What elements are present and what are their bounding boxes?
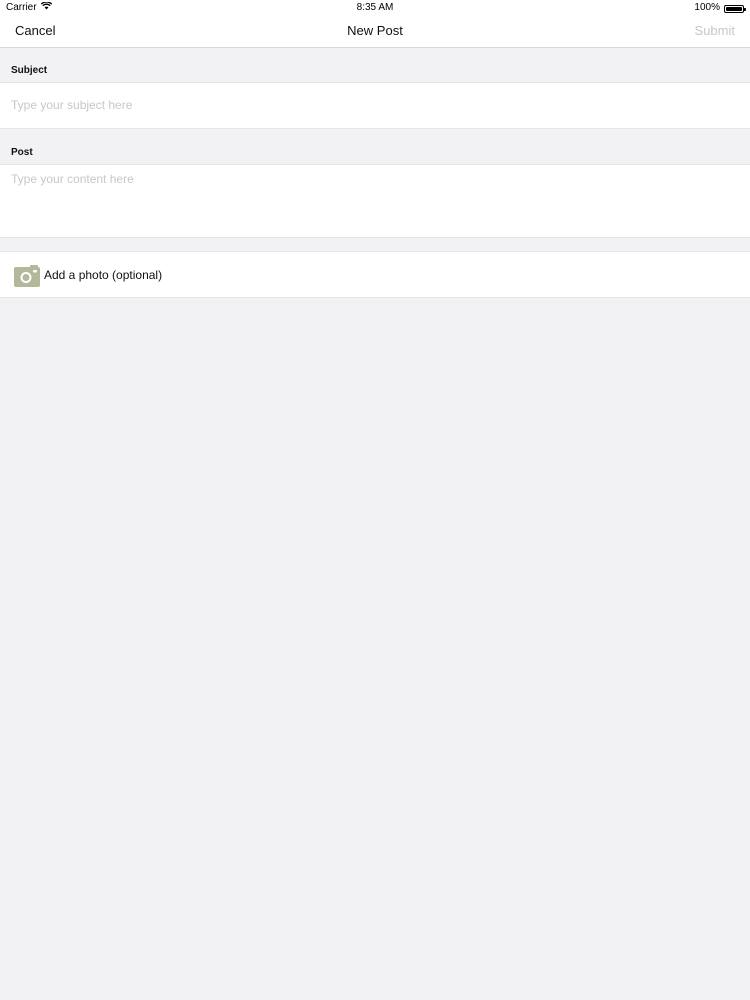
subject-label: Subject — [11, 65, 48, 76]
subject-field-container — [0, 82, 750, 129]
add-photo-row[interactable]: Add a photo (optional) — [0, 251, 750, 298]
battery-percent: 100% — [694, 2, 720, 13]
post-label: Post — [11, 147, 33, 158]
camera-icon — [14, 265, 40, 287]
status-time: 8:35 AM — [356, 2, 394, 13]
navigation-bar: Cancel New Post Submit — [0, 15, 750, 48]
post-field-container — [0, 164, 750, 238]
page-title: New Post — [347, 23, 403, 38]
post-content-input[interactable] — [11, 172, 731, 232]
new-post-screen: Carrier 8:35 AM 100% Cancel New Post Sub… — [0, 0, 750, 1000]
add-photo-label: Add a photo (optional) — [44, 268, 163, 282]
status-bar: Carrier 8:35 AM 100% — [0, 0, 750, 15]
submit-button[interactable]: Submit — [695, 23, 735, 38]
subject-input[interactable] — [11, 98, 731, 112]
battery-icon — [724, 5, 746, 13]
status-right: 100% — [694, 0, 746, 15]
